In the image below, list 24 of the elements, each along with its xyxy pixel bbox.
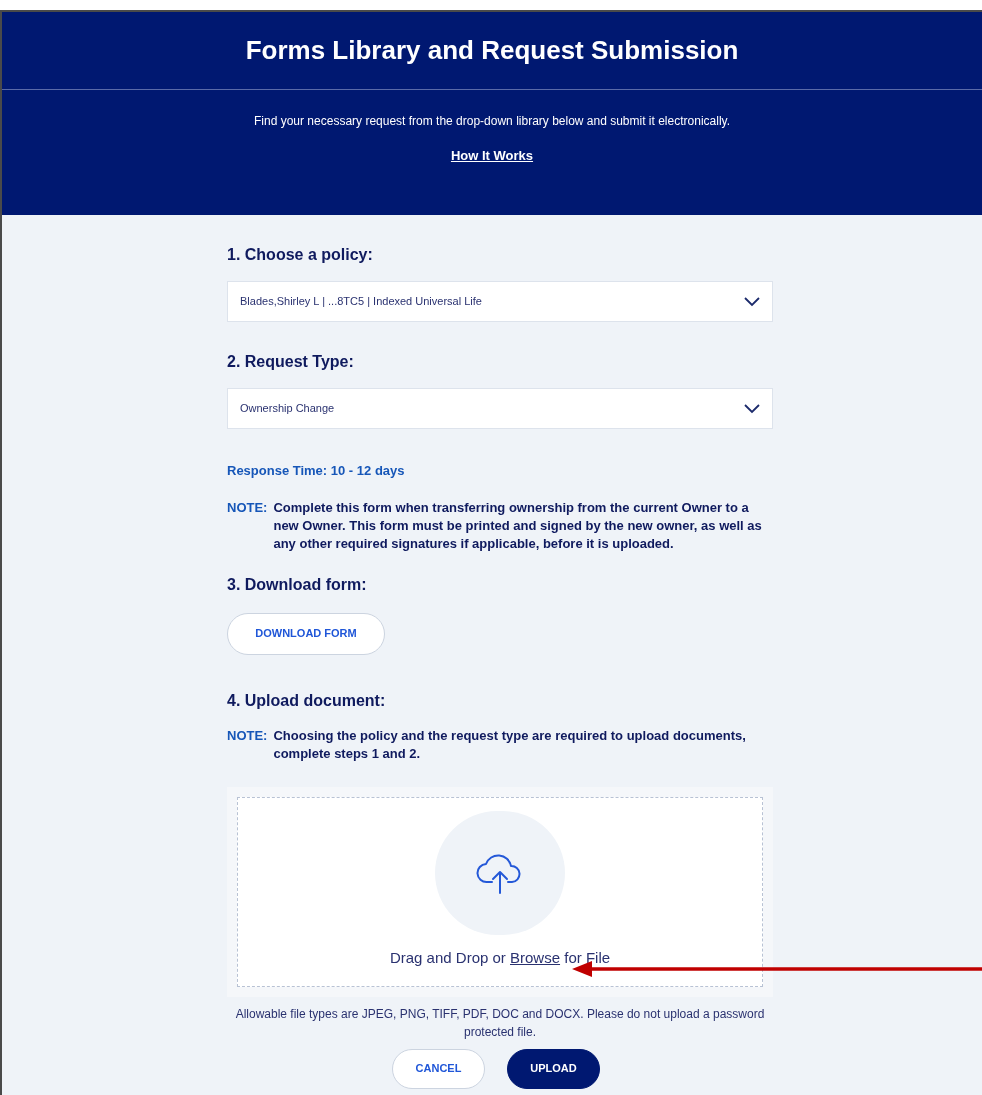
page-title: Forms Library and Request Submission <box>245 34 739 67</box>
upload-button[interactable]: UPLOAD <box>507 1048 600 1089</box>
drop-text-end: for File <box>564 948 611 966</box>
step-heading: 1. Choose a policy: <box>227 245 374 265</box>
browse-link[interactable]: Browse <box>510 948 561 966</box>
drop-zone[interactable]: Drag and Drop or Browse for File <box>237 796 763 987</box>
chevron-down-icon <box>744 403 760 414</box>
step-heading: 4. Upload document: <box>227 690 387 711</box>
note-text: Complete this form when transferring ownership from the current Owner to a new Owner. This form must be printed and signed by the new owner, as well as any other required signatures if applicable, before it is uploaded. <box>273 498 763 553</box>
how-it-works-link[interactable]: How It Works <box>450 146 534 166</box>
step-heading: 3. Download form: <box>227 574 368 595</box>
chevron-down-icon <box>744 296 760 307</box>
file-types-hint: Allowable file types are JPEG, PNG, TIFF, PDF, DOC and DOCX. Please do not upload a password protected file. <box>234 1005 766 1041</box>
note-text: Choosing the policy and the request type are required to upload documents, complete steps 1 and 2. <box>273 726 747 763</box>
response-time: Response Time: 10 - 12 days <box>227 462 406 480</box>
note-label: NOTE: <box>227 726 268 745</box>
note-label: NOTE: <box>227 498 268 517</box>
header-subtitle: Find your necessary request from the drop-down library below and submit it electronically. <box>253 113 731 130</box>
dropdown-field[interactable]: Blades,Shirley L | ...8TC5 | Indexed Universal Life <box>227 281 773 322</box>
download-form-button[interactable]: DOWNLOAD FORM <box>227 612 385 655</box>
drop-text: Drag and Drop or <box>389 948 506 966</box>
step-heading: 2. Request Type: <box>227 352 355 372</box>
dropdown-field[interactable]: Ownership Change <box>227 388 773 429</box>
cancel-button[interactable]: CANCEL <box>392 1048 485 1089</box>
